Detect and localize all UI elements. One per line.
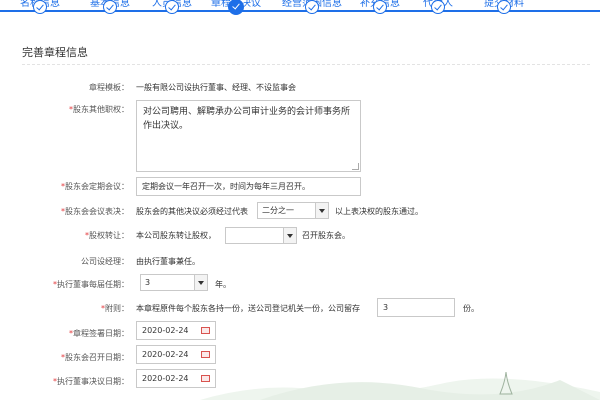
check-icon [497,0,511,14]
vote-select[interactable]: 二分之一 [257,202,329,219]
template-label: 章程模板： [89,83,129,92]
appendix-label: *附则： [101,304,129,313]
check-icon [373,0,387,14]
meeting-input[interactable]: 定期会议一年召开一次，时间为每年三月召开。 [136,177,361,196]
check-icon [33,0,47,14]
manager-label: 公司设经理： [81,257,129,266]
appendix-copies-input[interactable]: 3 [377,298,455,317]
vote-suffix: 以上表决权的股东通过。 [335,207,423,216]
appendix-prefix: 本章程原件每个股东各持一份，送公司登记机关一份，公司留存 [136,304,360,313]
meeting-date-label: *股东会召开日期： [61,353,129,362]
transfer-suffix: 召开股东会。 [302,231,350,240]
section-divider [22,64,590,65]
check-icon [165,0,179,14]
chevron-down-icon[interactable] [194,275,207,290]
appendix-suffix: 份。 [463,304,479,313]
vote-label: *股东会会议表决： [61,207,129,216]
other-duties-textarea[interactable]: 对公司聘用、解聘承办公司审计业务的会计师事务所作出决议。 [136,100,361,172]
chevron-down-icon[interactable] [283,228,296,243]
check-icon [103,0,117,14]
vote-prefix: 股东会的其他决议必须经过代表 [136,207,248,216]
sign-date-input[interactable]: 2020-02-24 [136,321,216,340]
sign-date-label: *章程签署日期： [69,329,129,338]
mountain-decoration [200,371,600,400]
check-icon [431,0,445,14]
step-progress-bar: 名称信息 基本信息 人员信息 章程、决议 经营范围信息 补充信息 代理人 提交材… [0,0,600,30]
chevron-down-icon[interactable] [315,203,328,218]
term-label: *执行董事每届任期： [53,280,129,289]
template-value: 一般有限公司设执行董事、经理、不设监事会 [136,83,296,92]
term-suffix: 年。 [215,280,231,289]
section-title: 完善章程信息 [22,46,88,59]
manager-value: 由执行董事兼任。 [136,257,200,266]
calendar-icon[interactable] [201,351,210,358]
other-duties-label: *股东其他职权： [69,105,129,114]
meeting-label: *股东会定期会议： [61,182,129,191]
transfer-label: *股权转让： [85,231,129,240]
resize-handle-icon[interactable] [352,163,359,170]
transfer-select[interactable] [225,227,297,244]
check-icon [305,0,319,14]
resolution-date-label: *执行董事决议日期： [53,377,129,386]
current-step-icon [228,0,244,15]
term-select[interactable]: 3 [140,274,208,291]
transfer-prefix: 本公司股东转让股权， [136,231,216,240]
calendar-icon[interactable] [201,327,210,334]
